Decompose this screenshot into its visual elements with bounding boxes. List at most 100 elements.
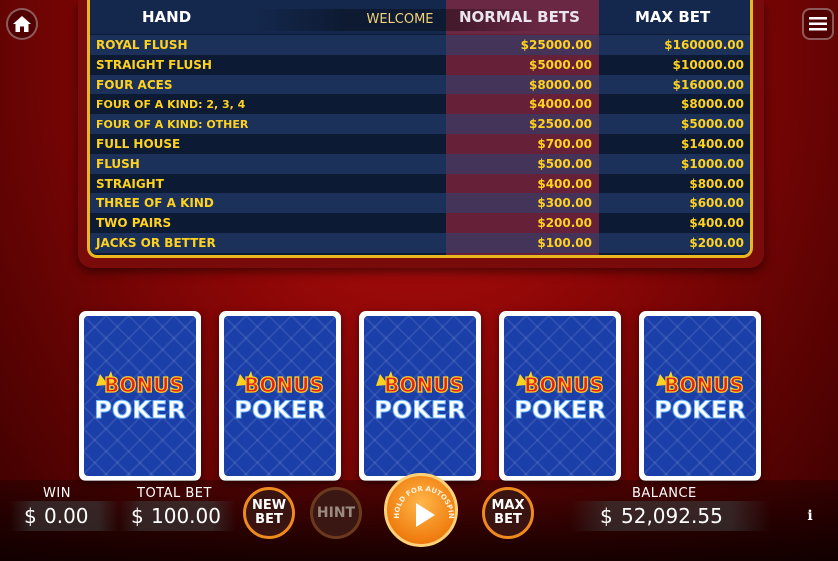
svg-text:POKER: POKER: [374, 396, 465, 424]
paytable-row: FOUR OF A KIND: OTHER $2500.00 $5000.00: [90, 114, 750, 134]
max-payout: $400.00: [689, 216, 744, 231]
bonus-poker-logo: BONUS POKER: [234, 371, 326, 425]
hand-name: STRAIGHT FLUSH: [96, 57, 212, 72]
hand-name: ROYAL FLUSH: [96, 38, 188, 52]
paytable: WELCOME HAND NORMAL BETS MAX BET ROYAL F…: [87, 0, 753, 258]
max-payout: $1000.00: [680, 156, 744, 171]
card-2[interactable]: BONUS POKER: [219, 311, 341, 481]
paytable-row: ROYAL FLUSH $25000.00 $160000.00: [90, 35, 750, 55]
card-back: BONUS POKER: [364, 316, 476, 476]
svg-text:BONUS: BONUS: [244, 373, 324, 397]
paytable-row: TWO PAIRS $200.00 $400.00: [90, 213, 750, 233]
win-currency: $: [24, 504, 37, 528]
card-back: BONUS POKER: [504, 316, 616, 476]
hand-name: FOUR OF A KIND: OTHER: [96, 118, 249, 132]
svg-text:BONUS: BONUS: [104, 373, 184, 397]
normal-payout: $2500.00: [528, 117, 592, 132]
max-payout: $160000.00: [664, 38, 744, 52]
normal-payout: $4000.00: [528, 97, 592, 112]
svg-text:POKER: POKER: [94, 396, 185, 424]
bonus-poker-logo: BONUS POKER: [94, 371, 186, 425]
balance-currency: $: [600, 504, 613, 528]
bonus-poker-logo: BONUS POKER: [374, 371, 466, 425]
max-payout: $200.00: [689, 236, 744, 250]
paytable-row: FOUR ACES $8000.00 $16000.00: [90, 74, 750, 95]
balance-value: 52,092.55: [621, 504, 723, 528]
home-button[interactable]: [6, 8, 38, 40]
paytable-row: FLUSH $500.00 $1000.00: [90, 153, 750, 174]
paytable-row: STRAIGHT $400.00 $800.00: [90, 174, 750, 194]
normal-payout: $500.00: [537, 156, 592, 171]
hand-name: THREE OF A KIND: [96, 196, 214, 211]
max-payout: $5000.00: [680, 117, 744, 132]
total-bet-label: TOTAL BET: [137, 486, 212, 501]
normal-payout: $400.00: [537, 176, 592, 191]
total-bet-currency: $: [131, 504, 144, 528]
header-normal-bets: NORMAL BETS: [459, 8, 580, 26]
max-payout: $1400.00: [680, 137, 744, 151]
card-1[interactable]: BONUS POKER: [79, 311, 201, 481]
max-payout: $8000.00: [680, 97, 744, 112]
menu-icon: [809, 17, 827, 31]
normal-payout: $8000.00: [528, 77, 592, 92]
hand-name: FOUR ACES: [96, 77, 173, 92]
header-hand: HAND: [142, 8, 192, 26]
normal-payout: $300.00: [537, 196, 592, 211]
info-button[interactable]: i: [799, 505, 821, 527]
hand-name: FULL HOUSE: [96, 137, 181, 151]
normal-payout: $100.00: [537, 236, 592, 250]
hint-button[interactable]: HINT: [310, 487, 362, 539]
menu-button[interactable]: [802, 8, 834, 40]
home-icon: [13, 16, 31, 32]
card-4[interactable]: BONUS POKER: [499, 311, 621, 481]
svg-text:POKER: POKER: [514, 396, 605, 424]
max-payout: $800.00: [689, 176, 744, 191]
paytable-row: JACKS OR BETTER $100.00 $200.00: [90, 233, 750, 253]
hand-name: FLUSH: [96, 156, 140, 171]
card-3[interactable]: BONUS POKER: [359, 311, 481, 481]
normal-payout: $200.00: [537, 216, 592, 231]
new-bet-button[interactable]: NEW BET: [243, 487, 295, 539]
paytable-row: THREE OF A KIND $300.00 $600.00: [90, 193, 750, 214]
deal-play-button[interactable]: HOLD FOR AUTOSPIN: [384, 473, 458, 547]
svg-text:POKER: POKER: [654, 396, 745, 424]
svg-text:BONUS: BONUS: [664, 373, 744, 397]
hand-name: JACKS OR BETTER: [96, 236, 216, 250]
svg-text:POKER: POKER: [234, 396, 325, 424]
max-payout: $16000.00: [672, 77, 744, 92]
paytable-row: FOUR OF A KIND: 2, 3, 4 $4000.00 $8000.0…: [90, 94, 750, 114]
max-payout: $600.00: [689, 196, 744, 211]
win-label: WIN: [43, 486, 71, 501]
card-back: BONUS POKER: [84, 316, 196, 476]
normal-payout: $700.00: [537, 137, 592, 151]
balance-label: BALANCE: [632, 486, 697, 501]
normal-payout: $5000.00: [528, 57, 592, 72]
hint-label: HINT: [316, 505, 356, 521]
max-bet-line1: MAX: [491, 498, 525, 513]
bonus-poker-logo: BONUS POKER: [514, 371, 606, 425]
total-bet-display: $ 100.00: [118, 501, 236, 531]
hand-name: FOUR OF A KIND: 2, 3, 4: [96, 98, 246, 112]
win-value: 0.00: [44, 504, 89, 528]
max-bet-line2: BET: [494, 512, 522, 527]
max-payout: $10000.00: [672, 57, 744, 72]
paytable-row: FULL HOUSE $700.00 $1400.00: [90, 134, 750, 154]
bonus-poker-logo: BONUS POKER: [654, 371, 746, 425]
max-bet-button[interactable]: MAX BET: [482, 487, 534, 539]
svg-text:BONUS: BONUS: [524, 373, 604, 397]
hand-name: STRAIGHT: [96, 176, 164, 191]
balance-display: $ 52,092.55: [570, 501, 770, 531]
card-5[interactable]: BONUS POKER: [639, 311, 761, 481]
normal-payout: $25000.00: [520, 38, 592, 52]
new-bet-line1: NEW: [251, 498, 287, 513]
card-back: BONUS POKER: [224, 316, 336, 476]
total-bet-value: 100.00: [151, 504, 221, 528]
new-bet-line2: BET: [255, 512, 283, 527]
header-max-bet: MAX BET: [635, 8, 711, 26]
svg-text:BONUS: BONUS: [384, 373, 464, 397]
hand-name: TWO PAIRS: [96, 216, 172, 231]
play-icon: [416, 503, 435, 527]
paytable-row: STRAIGHT FLUSH $5000.00 $10000.00: [90, 55, 750, 75]
card-back: BONUS POKER: [644, 316, 756, 476]
win-display: $ 0.00: [10, 501, 120, 531]
